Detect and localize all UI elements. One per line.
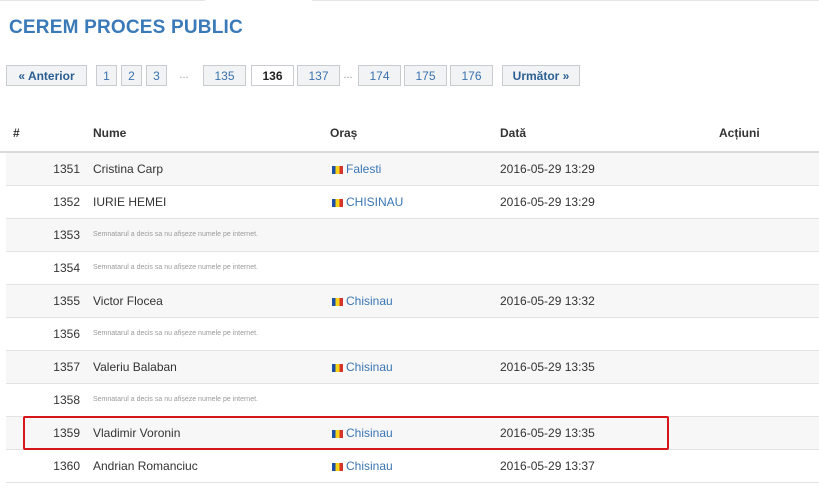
table-row: 1359 Vladimir Voronin Chisinau 2016-05-2… <box>6 417 819 450</box>
row-number: 1358 <box>53 393 80 407</box>
col-header-number: # <box>13 126 20 140</box>
row-number: 1360 <box>53 459 80 473</box>
pagination-ellipsis: ... <box>179 69 189 81</box>
col-header-actions: Acțiuni <box>719 126 760 140</box>
col-header-date: Dată <box>500 126 527 140</box>
row-number: 1353 <box>53 228 80 242</box>
col-header-city: Oraș <box>330 126 358 140</box>
signed-date: 2016-05-29 13:35 <box>500 360 595 374</box>
signer-name: Vladimir Voronin <box>93 426 181 440</box>
page-176-button[interactable]: 176 <box>450 65 493 86</box>
table-row: 1360 Andrian Romanciuc Chisinau 2016-05-… <box>6 450 819 483</box>
signed-date: 2016-05-29 13:35 <box>500 426 595 440</box>
moldova-flag-icon <box>332 430 343 438</box>
signer-name: Cristina Carp <box>93 162 164 176</box>
hidden-name-notice: Semnatarul a decis sa nu afișeze numele … <box>93 330 258 337</box>
signer-name: IURIE HEMEI <box>93 195 167 209</box>
page-175-button[interactable]: 175 <box>404 65 447 86</box>
top-border <box>0 0 819 1</box>
hidden-name-notice: Semnatarul a decis sa nu afișeze numele … <box>93 396 258 403</box>
page-3-button[interactable]: 3 <box>146 65 167 86</box>
signed-date: 2016-05-29 13:29 <box>500 162 595 176</box>
table-row: 1354 Semnatarul a decis sa nu afișeze nu… <box>6 252 819 285</box>
moldova-flag-icon <box>332 298 343 306</box>
row-number: 1356 <box>53 327 80 341</box>
page-174-button[interactable]: 174 <box>358 65 401 86</box>
row-number: 1359 <box>53 426 80 440</box>
signed-date: 2016-05-29 13:37 <box>500 459 595 473</box>
table-row: 1353 Semnatarul a decis sa nu afișeze nu… <box>6 219 819 252</box>
table-row: 1357 Valeriu Balaban Chisinau 2016-05-29… <box>6 351 819 384</box>
signer-name: Victor Flocea <box>93 294 163 308</box>
signer-name: Valeriu Balaban <box>93 360 177 374</box>
moldova-flag-icon <box>332 166 343 174</box>
table-row: 1351 Cristina Carp Falesti 2016-05-29 13… <box>6 153 819 186</box>
table-row: 1352 IURIE HEMEI CHISINAU 2016-05-29 13:… <box>6 186 819 219</box>
prev-page-button[interactable]: « Anterior <box>6 65 87 86</box>
page-137-button[interactable]: 137 <box>297 65 340 86</box>
page-2-button[interactable]: 2 <box>121 65 142 86</box>
page-title: CEREM PROCES PUBLIC <box>9 17 243 38</box>
city-link[interactable]: Falesti <box>332 153 381 185</box>
moldova-flag-icon <box>332 364 343 372</box>
page-135-button[interactable]: 135 <box>203 65 246 86</box>
table-row: 1358 Semnatarul a decis sa nu afișeze nu… <box>6 384 819 417</box>
city-link[interactable]: Chisinau <box>332 351 393 383</box>
city-link[interactable]: CHISINAU <box>332 186 403 218</box>
pagination-ellipsis: ... <box>343 69 353 81</box>
city-link[interactable]: Chisinau <box>332 450 393 482</box>
row-number: 1351 <box>53 162 80 176</box>
city-link[interactable]: Chisinau <box>332 285 393 317</box>
city-link[interactable]: Chisinau <box>332 417 393 449</box>
hidden-name-notice: Semnatarul a decis sa nu afișeze numele … <box>93 264 258 271</box>
moldova-flag-icon <box>332 463 343 471</box>
hidden-name-notice: Semnatarul a decis sa nu afișeze numele … <box>93 231 258 238</box>
row-number: 1355 <box>53 294 80 308</box>
moldova-flag-icon <box>332 199 343 207</box>
signed-date: 2016-05-29 13:29 <box>500 195 595 209</box>
table-row: 1356 Semnatarul a decis sa nu afișeze nu… <box>6 318 819 351</box>
row-number: 1357 <box>53 360 80 374</box>
signer-name: Andrian Romanciuc <box>93 459 198 473</box>
col-header-name: Nume <box>93 126 127 140</box>
row-number: 1354 <box>53 261 80 275</box>
page-1-button[interactable]: 1 <box>96 65 117 86</box>
table-row: 1355 Victor Flocea Chisinau 2016-05-29 1… <box>6 285 819 318</box>
row-number: 1352 <box>53 195 80 209</box>
table-header: # Nume Oraș Dată Acțiuni <box>0 120 819 153</box>
next-page-button[interactable]: Următor » <box>502 65 580 86</box>
page-136-button-current[interactable]: 136 <box>251 65 294 86</box>
signed-date: 2016-05-29 13:32 <box>500 294 595 308</box>
